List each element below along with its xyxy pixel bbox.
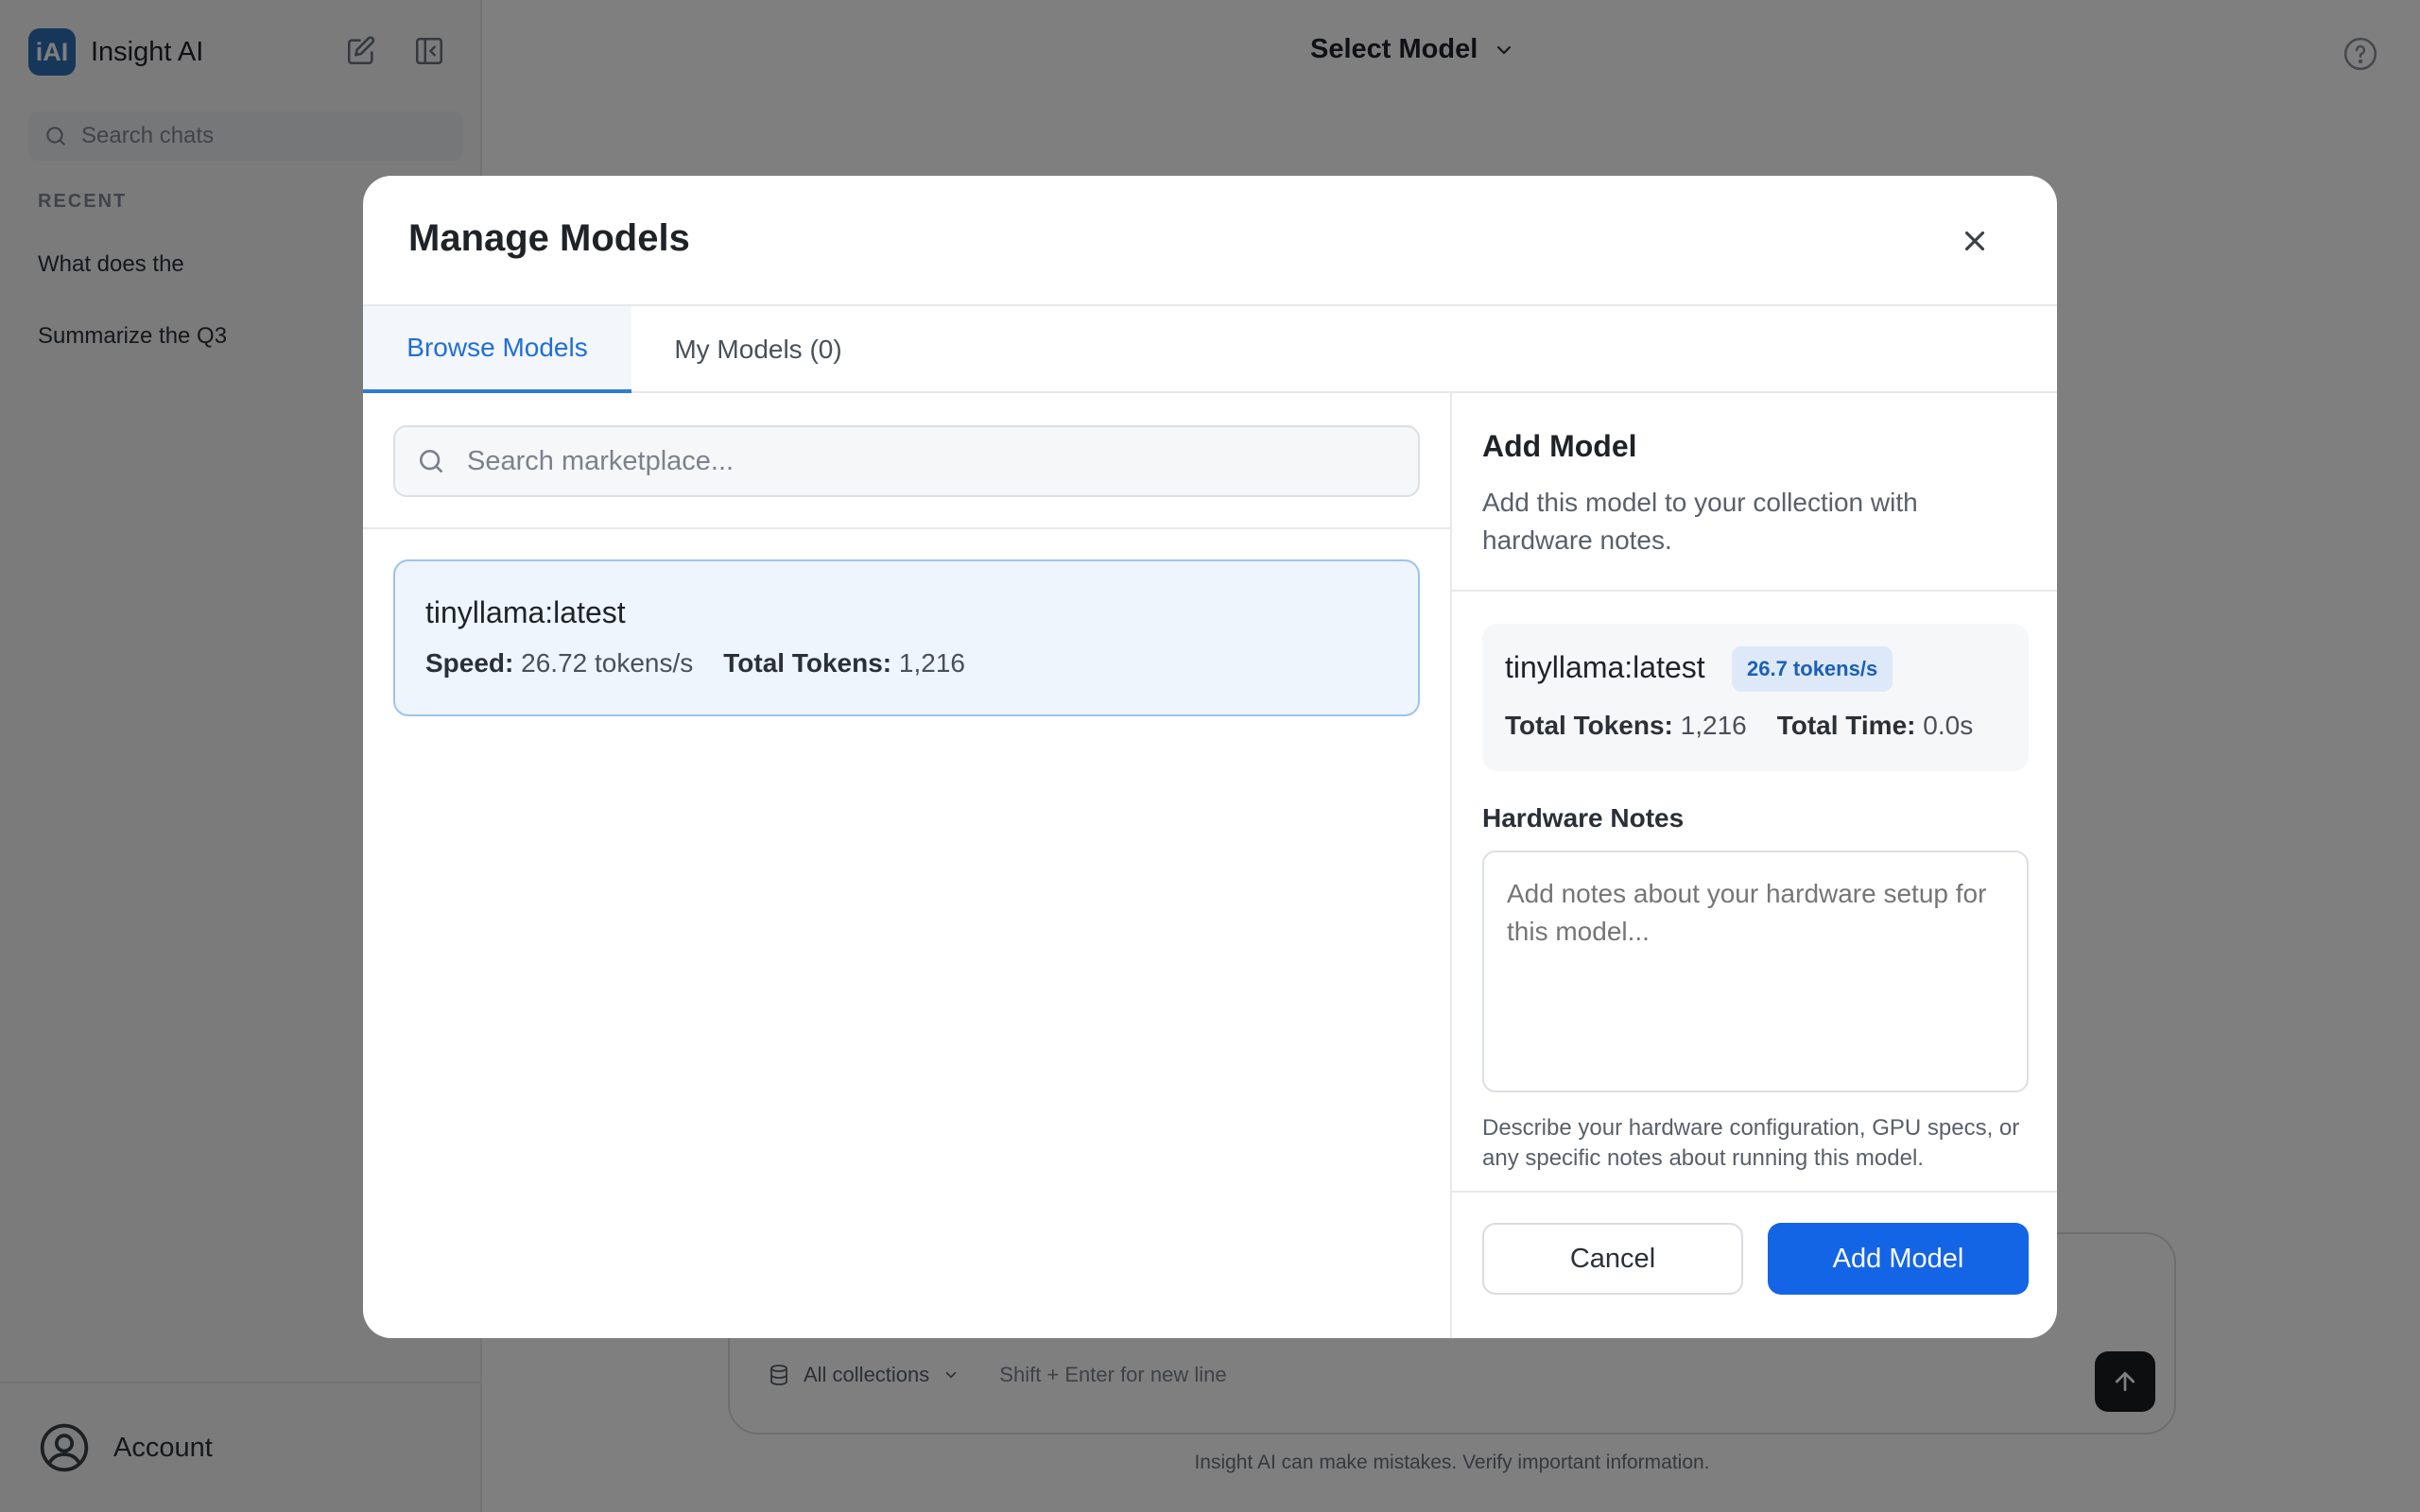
search-icon bbox=[420, 450, 442, 472]
dialog-header: Manage Models bbox=[363, 176, 2057, 306]
model-stats: Speed: 26.72 tokens/s Total Tokens: 1,21… bbox=[425, 648, 965, 679]
summary-total-time: Total Time: 0.0s bbox=[1776, 711, 1974, 740]
selected-model-summary: tinyllama:latest 26.7 tokens/s Total Tok… bbox=[1482, 624, 2029, 771]
close-icon[interactable] bbox=[1951, 217, 1998, 265]
model-speed: Speed: 26.72 tokens/s bbox=[425, 648, 694, 678]
add-model-heading: Add Model bbox=[1482, 429, 1637, 463]
add-model-pane: Add Model Add this model to your collect… bbox=[1450, 393, 2057, 1338]
summary-total-tokens: Total Tokens: 1,216 bbox=[1505, 711, 1747, 740]
hardware-notes-help: Describe your hardware configuration, GP… bbox=[1482, 1115, 2020, 1171]
summary-model-name: tinyllama:latest bbox=[1505, 650, 1705, 684]
model-card-selected[interactable]: tinyllama:latest Speed: 26.72 tokens/s T… bbox=[393, 559, 1420, 716]
add-model-description: Add this model to your collection with h… bbox=[1482, 488, 1918, 555]
hardware-notes-field[interactable] bbox=[1482, 850, 2029, 1092]
hardware-notes-label: Hardware Notes bbox=[1482, 803, 1685, 833]
speed-badge: 26.7 tokens/s bbox=[1732, 646, 1893, 692]
browse-pane: Search marketplace... tinyllama:latest S… bbox=[363, 393, 1450, 1338]
tab-browse-models[interactable]: Browse Models bbox=[363, 306, 631, 393]
marketplace-search-input[interactable]: Search marketplace... bbox=[393, 425, 1420, 497]
cancel-button[interactable]: Cancel bbox=[1482, 1223, 1743, 1295]
marketplace-search-placeholder: Search marketplace... bbox=[467, 445, 735, 476]
tab-my-models[interactable]: My Models (0) bbox=[631, 306, 885, 393]
dialog-tabs: Browse Models My Models (0) bbox=[363, 306, 2057, 393]
summary-stats: Total Tokens: 1,216 Total Time: 0.0s bbox=[1505, 711, 1973, 741]
dialog-title: Manage Models bbox=[408, 217, 690, 259]
manage-models-dialog: Manage Models Browse Models My Models (0… bbox=[363, 176, 2057, 1338]
add-model-button[interactable]: Add Model bbox=[1768, 1223, 2029, 1295]
divider bbox=[363, 527, 1450, 529]
divider bbox=[1452, 1191, 2057, 1193]
model-total-tokens: Total Tokens: 1,216 bbox=[723, 648, 965, 678]
model-name: tinyllama:latest bbox=[425, 595, 626, 629]
divider bbox=[1452, 590, 2057, 592]
